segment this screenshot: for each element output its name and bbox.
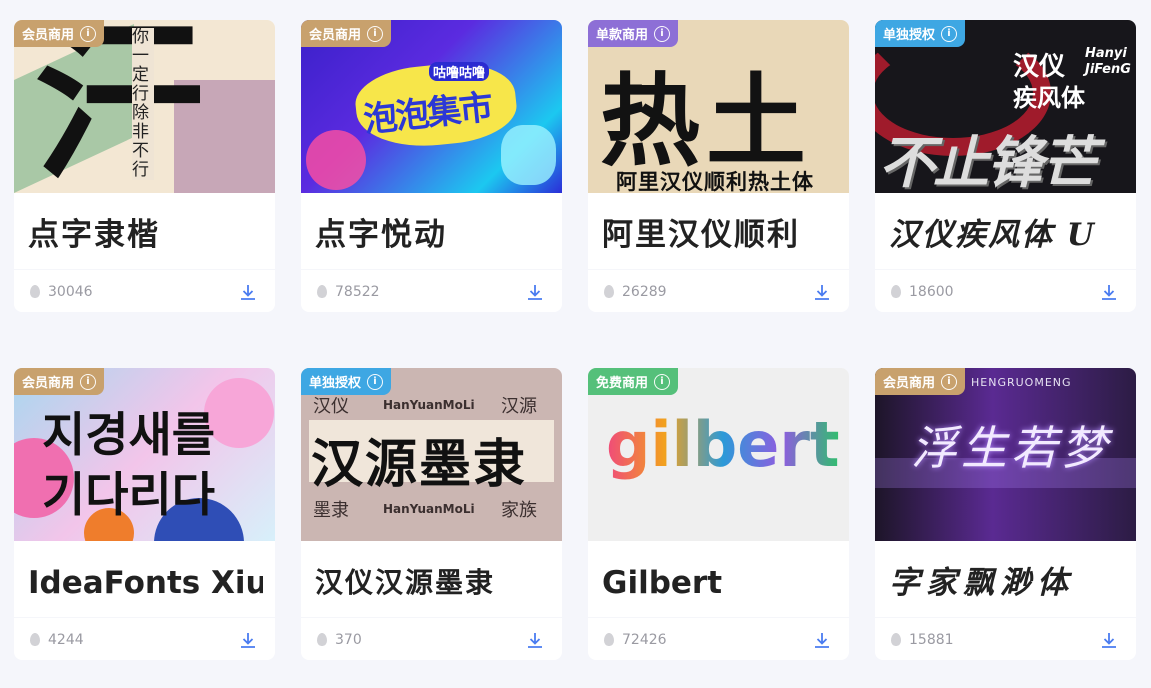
font-preview-name[interactable]: 汉仪疾风体 U: [889, 210, 1124, 260]
font-preview-name[interactable]: 阿里汉仪顺利: [602, 210, 837, 260]
cover-main-text: 浮生若梦: [911, 421, 1111, 475]
card-footer: 18600: [875, 269, 1136, 312]
cover-main-text: 기다리다: [42, 468, 215, 523]
font-preview-name[interactable]: IdeaFonts Xiu: [28, 558, 263, 608]
cover-side-text: 你一定行除非不行: [132, 28, 154, 180]
info-icon[interactable]: i: [941, 25, 958, 42]
badge-label: 免费商用: [596, 376, 649, 391]
card-footer: 78522: [301, 269, 562, 312]
info-icon[interactable]: i: [80, 373, 97, 390]
font-preview-name[interactable]: 汉仪汉源墨隶: [315, 558, 550, 608]
popularity-count: 370: [335, 631, 362, 648]
popularity-count: 15881: [909, 631, 954, 648]
badge-label: 会员商用: [883, 376, 936, 391]
cover-small-text: 汉源: [501, 396, 537, 417]
cover-small-text: 家族: [501, 500, 537, 521]
font-preview-name[interactable]: Gilbert: [602, 558, 837, 608]
fire-icon: [604, 285, 614, 298]
popularity-count: 18600: [909, 283, 954, 300]
license-badge: 会员商用 i: [14, 368, 105, 395]
info-icon[interactable]: i: [367, 373, 384, 390]
info-icon[interactable]: i: [654, 373, 671, 390]
popularity-count: 78522: [335, 283, 380, 300]
badge-label: 单款商用: [596, 28, 649, 43]
card-footer: 72426: [588, 617, 849, 660]
fire-icon: [30, 633, 40, 646]
info-icon[interactable]: i: [941, 373, 958, 390]
card-footer: 30046: [14, 269, 275, 312]
fire-icon: [30, 285, 40, 298]
fire-icon: [604, 633, 614, 646]
card-footer: 370: [301, 617, 562, 660]
cover-main-text: 热土: [600, 63, 812, 180]
font-card[interactable]: 지경새를 기다리다 会员商用 i IdeaFonts Xiu 4244: [14, 368, 275, 660]
badge-label: 会员商用: [309, 28, 362, 43]
download-icon[interactable]: [526, 283, 544, 301]
fire-icon: [891, 285, 901, 298]
popularity-count: 30046: [48, 283, 93, 300]
font-card[interactable]: 汉仪 疾风体 Hanyi JiFenG 不止锋芒 单独授权 i 汉仪疾风体 U …: [875, 20, 1136, 312]
download-icon[interactable]: [526, 631, 544, 649]
font-card[interactable]: 汉仪 HanYuanMoLi 汉源 汉源墨隶 墨隶 HanYuanMoLi 家族…: [301, 368, 562, 660]
cover-sub-text: 阿里汉仪顺利热土体: [616, 170, 814, 193]
download-icon[interactable]: [239, 631, 257, 649]
font-preview-name[interactable]: 字家飘渺体: [889, 558, 1124, 608]
font-card[interactable]: 汗 你一定行除非不行 会员商用 i 点字隶楷 30046: [14, 20, 275, 312]
license-badge: 单独授权 i: [301, 368, 392, 395]
card-footer: 4244: [14, 617, 275, 660]
cover-small-text: 汉仪: [313, 396, 349, 417]
license-badge: 会员商用 i: [301, 20, 392, 47]
cover-main-text: 지경새를: [42, 408, 215, 463]
cover-en-text: HanYuanMoLi: [383, 398, 475, 412]
cover-main-text: 不止锋芒: [879, 131, 1097, 193]
cover-small-text: 墨隶: [313, 500, 349, 521]
cover-main-text: gilbert: [606, 408, 840, 481]
license-badge: 会员商用 i: [14, 20, 105, 47]
font-card[interactable]: 咕噜咕噜 泡泡集市 会员商用 i 点字悦动 78522: [301, 20, 562, 312]
cover-sub-text: 咕噜咕噜: [429, 62, 490, 81]
cover-en-text: HanYuanMoLi: [383, 502, 475, 516]
cover-top-text: HENGRUOMENG: [971, 376, 1072, 389]
popularity-count: 4244: [48, 631, 84, 648]
info-icon[interactable]: i: [367, 25, 384, 42]
fire-icon: [891, 633, 901, 646]
font-preview-name[interactable]: 点字悦动: [315, 210, 550, 260]
badge-label: 会员商用: [22, 28, 75, 43]
fire-icon: [317, 633, 327, 646]
download-icon[interactable]: [1100, 631, 1118, 649]
cover-sub-text: 疾风体: [1013, 84, 1085, 112]
info-icon[interactable]: i: [654, 25, 671, 42]
fire-icon: [317, 285, 327, 298]
download-icon[interactable]: [813, 631, 831, 649]
badge-label: 会员商用: [22, 376, 75, 391]
license-badge: 会员商用 i: [875, 368, 966, 395]
download-icon[interactable]: [239, 283, 257, 301]
popularity-count: 26289: [622, 283, 667, 300]
card-footer: 15881: [875, 617, 1136, 660]
info-icon[interactable]: i: [80, 25, 97, 42]
cover-main-text: 汉源墨隶: [311, 435, 528, 495]
cover-en-text: JiFenG: [1085, 62, 1131, 77]
cover-en-text: Hanyi: [1085, 46, 1127, 61]
license-badge: 单独授权 i: [875, 20, 966, 47]
font-card[interactable]: HENGRUOMENG 浮生若梦 会员商用 i 字家飘渺体 15881: [875, 368, 1136, 660]
license-badge: 免费商用 i: [588, 368, 679, 395]
badge-label: 单独授权: [883, 28, 936, 43]
font-card[interactable]: 热土 阿里汉仪顺利热土体 单款商用 i 阿里汉仪顺利 26289: [588, 20, 849, 312]
download-icon[interactable]: [1100, 283, 1118, 301]
font-card[interactable]: gilbert 免费商用 i Gilbert 72426: [588, 368, 849, 660]
popularity-count: 72426: [622, 631, 667, 648]
font-preview-name[interactable]: 点字隶楷: [28, 210, 263, 260]
download-icon[interactable]: [813, 283, 831, 301]
card-footer: 26289: [588, 269, 849, 312]
badge-label: 单独授权: [309, 376, 362, 391]
license-badge: 单款商用 i: [588, 20, 679, 47]
